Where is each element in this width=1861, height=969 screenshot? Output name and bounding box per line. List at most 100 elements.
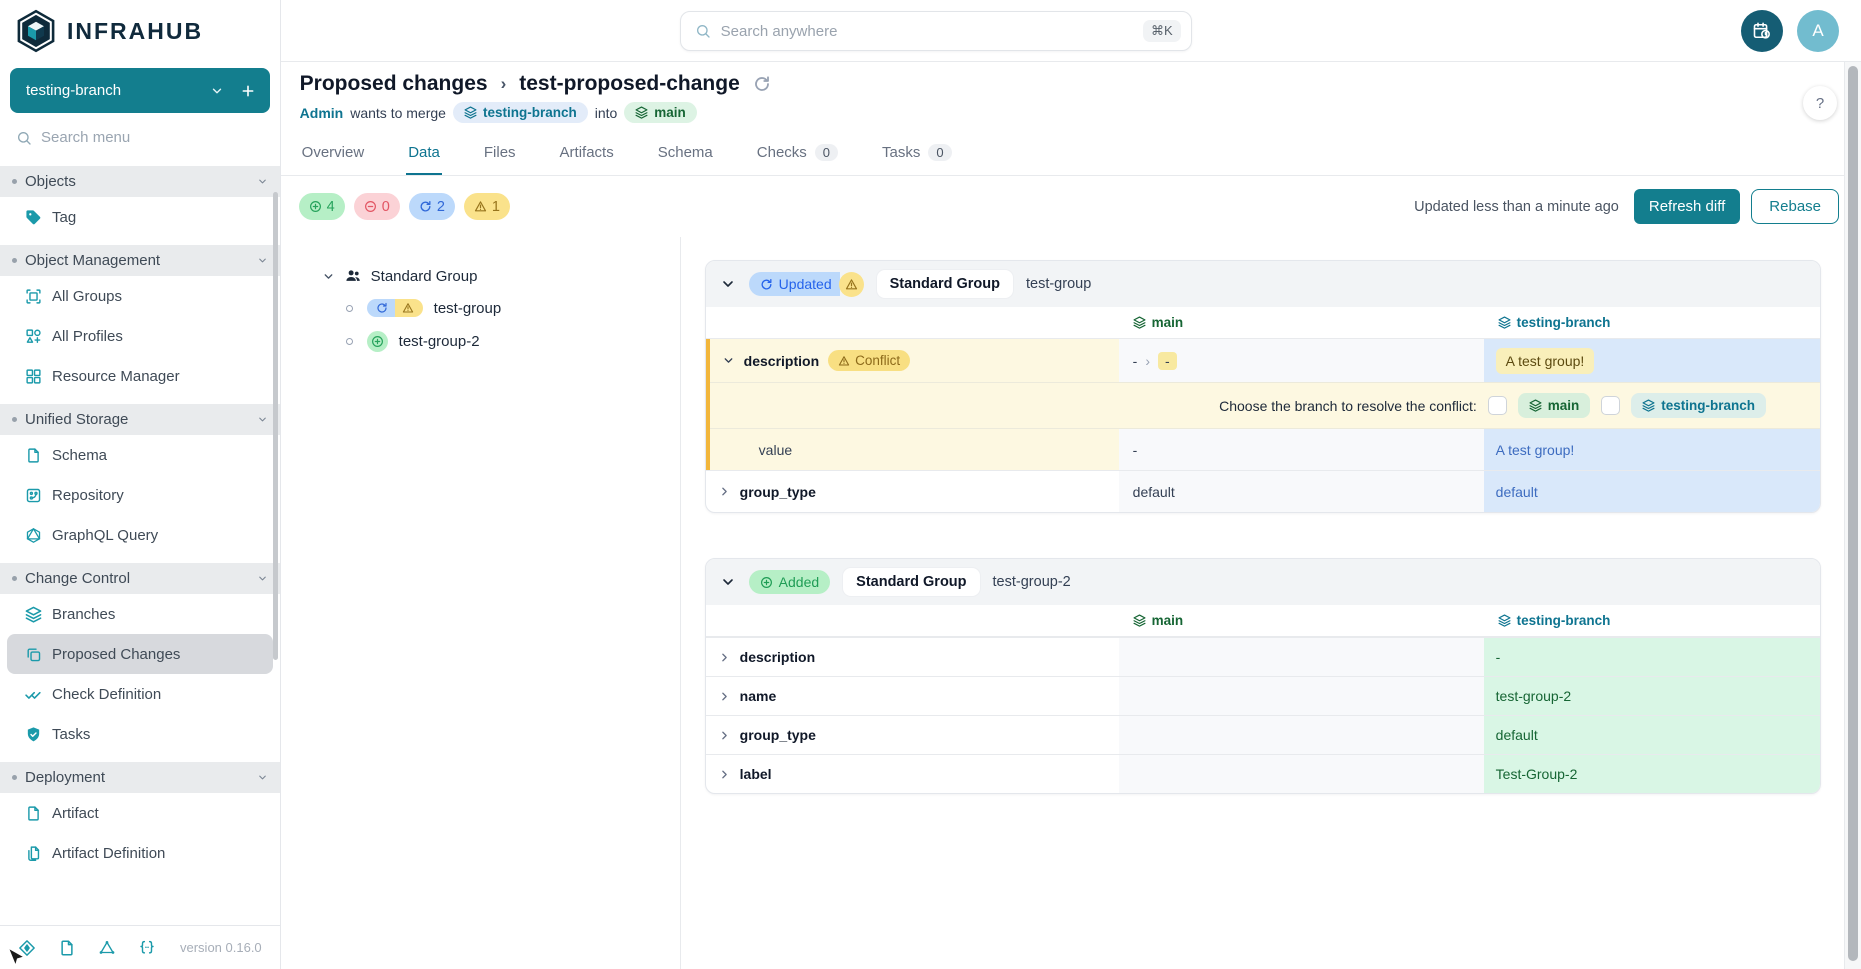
sidebar-item-all-groups[interactable]: All Groups bbox=[0, 276, 280, 316]
refresh-icon bbox=[376, 302, 388, 314]
refresh-icon bbox=[419, 200, 432, 213]
column-label: main bbox=[1152, 315, 1184, 330]
sidebar-item-graphql-query[interactable]: GraphQL Query bbox=[0, 515, 280, 555]
sidebar-item-schema[interactable]: Schema bbox=[0, 435, 280, 475]
documents-icon bbox=[25, 845, 42, 862]
chevron-right-icon[interactable] bbox=[718, 485, 731, 498]
tree-node-standard-group[interactable]: Standard Group bbox=[322, 267, 666, 285]
diff-card-header[interactable]: Added Standard Group test-group-2 bbox=[706, 559, 1820, 605]
tab-files[interactable]: Files bbox=[482, 132, 518, 175]
graphql-sandbox-icon[interactable] bbox=[98, 939, 116, 957]
section-change-control[interactable]: Change Control bbox=[0, 563, 280, 594]
diff-content: Standard Group test-group test-group-2 bbox=[281, 237, 1861, 969]
section-unified-storage[interactable]: Unified Storage bbox=[0, 404, 280, 435]
tab-tasks[interactable]: Tasks0 bbox=[880, 132, 954, 175]
section-objects[interactable]: Objects bbox=[0, 166, 280, 197]
chevron-right-icon[interactable] bbox=[718, 690, 731, 703]
added-count: 4 bbox=[327, 199, 335, 215]
chevron-down-icon[interactable] bbox=[720, 574, 736, 590]
main-value-cell bbox=[1119, 677, 1484, 715]
sidebar-item-resource-manager[interactable]: Resource Manager bbox=[0, 356, 280, 396]
tree-node-test-group[interactable]: test-group bbox=[346, 299, 666, 317]
refresh-icon[interactable] bbox=[753, 75, 771, 93]
tab-artifacts[interactable]: Artifacts bbox=[558, 132, 616, 175]
global-search[interactable]: ⌘K bbox=[680, 11, 1192, 51]
tab-bar: Overview Data Files Artifacts Schema Che… bbox=[281, 132, 1861, 176]
api-braces-icon[interactable] bbox=[138, 939, 156, 957]
help-label: ? bbox=[1816, 95, 1824, 112]
chevron-right-icon[interactable] bbox=[718, 729, 731, 742]
conflict-badge bbox=[395, 299, 423, 317]
graphql-icon bbox=[25, 527, 42, 544]
layers-branch-icon bbox=[635, 106, 648, 119]
branch-value-cell: A test group! bbox=[1484, 339, 1820, 382]
documentation-icon[interactable] bbox=[58, 939, 76, 957]
attribute-cell: group_type bbox=[706, 471, 1119, 512]
sidebar-nav: Objects Tag Object Management All Groups… bbox=[0, 158, 280, 925]
help-button[interactable]: ? bbox=[1803, 86, 1837, 120]
conflict-resolution-text: Choose the branch to resolve the conflic… bbox=[1219, 398, 1477, 414]
global-search-input[interactable] bbox=[721, 23, 1133, 40]
attribute-name: description bbox=[744, 353, 819, 369]
diff-column-headers: main testing-branch bbox=[706, 307, 1820, 339]
section-object-management[interactable]: Object Management bbox=[0, 245, 280, 276]
chevron-down-icon[interactable] bbox=[720, 276, 736, 292]
updated-count-badge: 2 bbox=[409, 193, 455, 220]
tree-node-test-group-2[interactable]: test-group-2 bbox=[346, 331, 666, 352]
section-deployment[interactable]: Deployment bbox=[0, 762, 280, 793]
branch-selector[interactable]: testing-branch bbox=[10, 68, 270, 113]
page-scrollbar-thumb[interactable] bbox=[1848, 66, 1858, 961]
breadcrumb-parent[interactable]: Proposed changes bbox=[300, 72, 488, 96]
testing-branch-checkbox[interactable] bbox=[1601, 396, 1620, 415]
sidebar-item-tasks[interactable]: Tasks bbox=[0, 714, 280, 754]
group-people-icon bbox=[344, 267, 362, 285]
tree-node-label: test-group bbox=[434, 300, 502, 317]
conflict-count-badge: 1 bbox=[464, 193, 510, 220]
sidebar-item-artifact[interactable]: Artifact bbox=[0, 793, 280, 833]
user-avatar[interactable]: A bbox=[1797, 10, 1839, 52]
tab-data[interactable]: Data bbox=[406, 132, 442, 175]
sidebar-item-proposed-changes[interactable]: Proposed Changes bbox=[7, 634, 273, 674]
sidebar-item-artifact-definition[interactable]: Artifact Definition bbox=[0, 833, 280, 873]
version-label: version 0.16.0 bbox=[180, 940, 262, 955]
chevron-down-icon[interactable] bbox=[722, 354, 735, 367]
sidebar-item-tag[interactable]: Tag bbox=[0, 197, 280, 237]
property-row-value: value - A test group! bbox=[710, 428, 1820, 470]
chevron-down-icon[interactable] bbox=[322, 270, 335, 283]
tab-count-badge: 0 bbox=[928, 144, 951, 161]
tab-checks[interactable]: Checks0 bbox=[755, 132, 840, 175]
updated-badge bbox=[367, 299, 395, 317]
attribute-cell: label bbox=[706, 755, 1119, 793]
attribute-name: group_type bbox=[740, 484, 816, 500]
sidebar-item-branches[interactable]: Branches bbox=[0, 594, 280, 634]
object-kind-badge: Standard Group bbox=[843, 568, 979, 596]
mouse-cursor bbox=[5, 947, 27, 969]
sidebar-scrollbar[interactable] bbox=[273, 192, 278, 660]
menu-search-input[interactable] bbox=[41, 129, 264, 146]
diff-cards: Updated Standard Group test-group main bbox=[681, 237, 1861, 969]
rebase-button[interactable]: Rebase bbox=[1751, 189, 1839, 224]
chevron-right-icon[interactable] bbox=[718, 651, 731, 664]
refresh-diff-button[interactable]: Refresh diff bbox=[1634, 189, 1740, 224]
attribute-name: group_type bbox=[740, 727, 816, 743]
proposed-changes-icon bbox=[25, 646, 42, 663]
testing-branch-option[interactable]: testing-branch bbox=[1631, 393, 1766, 418]
removed-count: 0 bbox=[382, 199, 390, 215]
sidebar-item-repository[interactable]: Repository bbox=[0, 475, 280, 515]
tab-overview[interactable]: Overview bbox=[300, 132, 367, 175]
sidebar-item-check-definition[interactable]: Check Definition bbox=[0, 674, 280, 714]
create-branch-button[interactable] bbox=[240, 83, 256, 99]
testing-branch-column-header: testing-branch bbox=[1484, 307, 1820, 338]
diff-card-header[interactable]: Updated Standard Group test-group bbox=[706, 261, 1820, 307]
diff-toolbar: 4 0 2 1 Updated less than a minute ago R… bbox=[281, 176, 1861, 237]
main-branch-option[interactable]: main bbox=[1518, 393, 1591, 418]
sidebar-item-all-profiles[interactable]: All Profiles bbox=[0, 316, 280, 356]
sidebar-footer: version 0.16.0 bbox=[0, 925, 280, 969]
app-logo[interactable]: INFRAHUB bbox=[0, 0, 280, 62]
attribute-cell: description bbox=[706, 638, 1119, 676]
chevron-right-icon[interactable] bbox=[718, 768, 731, 781]
sidebar-menu-search[interactable] bbox=[0, 115, 280, 156]
main-branch-checkbox[interactable] bbox=[1488, 396, 1507, 415]
tab-schema[interactable]: Schema bbox=[656, 132, 715, 175]
tasks-schedule-button[interactable] bbox=[1741, 10, 1783, 52]
